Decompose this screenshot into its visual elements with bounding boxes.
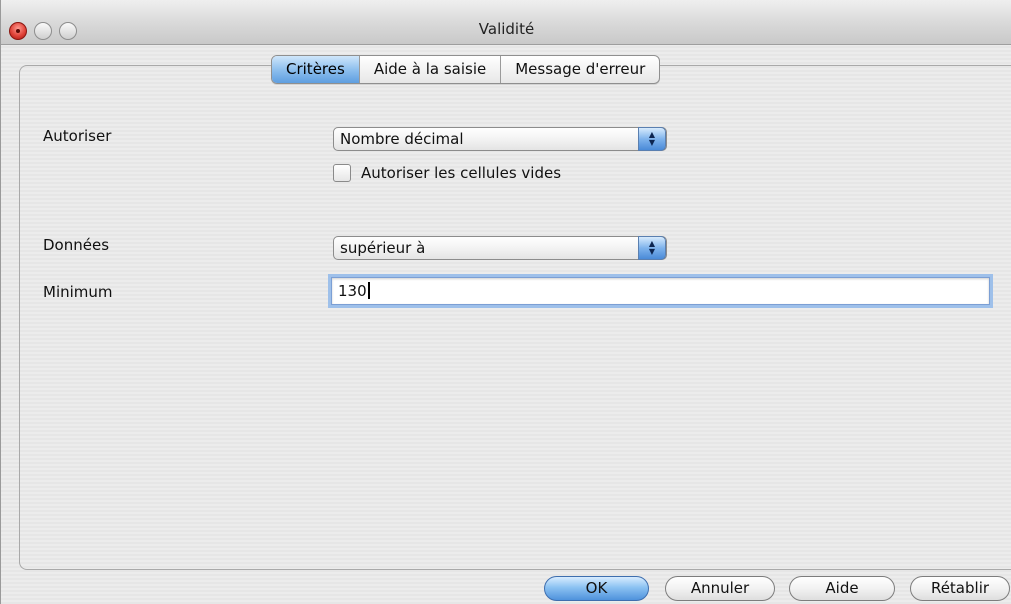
ok-button[interactable]: OK — [544, 576, 649, 601]
allow-empty-label[interactable]: Autoriser les cellules vides — [361, 164, 561, 182]
allow-label: Autoriser — [43, 127, 112, 145]
text-caret — [367, 282, 370, 299]
minimum-label: Minimum — [43, 283, 113, 301]
title-bar[interactable]: Validité — [1, 0, 1011, 45]
data-label: Données — [43, 236, 110, 254]
up-down-arrows-icon: ▲ ▼ — [638, 127, 666, 151]
data-select[interactable]: supérieur à ▲ ▼ — [333, 236, 667, 260]
tab-criteres[interactable]: Critères — [272, 56, 360, 83]
allow-empty-checkbox[interactable] — [333, 164, 351, 182]
reset-button[interactable]: Rétablir — [910, 576, 1010, 601]
tab-aide-saisie[interactable]: Aide à la saisie — [360, 56, 502, 83]
up-down-arrows-icon: ▲ ▼ — [638, 236, 666, 260]
allow-empty-row[interactable]: Autoriser les cellules vides — [333, 164, 561, 182]
help-button[interactable]: Aide — [789, 576, 895, 601]
dialog-window: Validité Critères Aide à la saisie Messa… — [0, 0, 1011, 604]
allow-select-value: Nombre décimal — [340, 130, 464, 148]
window-title: Validité — [478, 20, 535, 38]
minimum-input[interactable]: 130 — [331, 277, 990, 305]
data-select-value: supérieur à — [340, 239, 426, 257]
tab-message-erreur[interactable]: Message d'erreur — [501, 56, 659, 83]
cancel-button[interactable]: Annuler — [665, 576, 775, 601]
allow-select[interactable]: Nombre décimal ▲ ▼ — [333, 127, 667, 151]
tab-bar: Critères Aide à la saisie Message d'erre… — [271, 55, 661, 84]
minimum-input-value: 130 — [338, 282, 367, 300]
